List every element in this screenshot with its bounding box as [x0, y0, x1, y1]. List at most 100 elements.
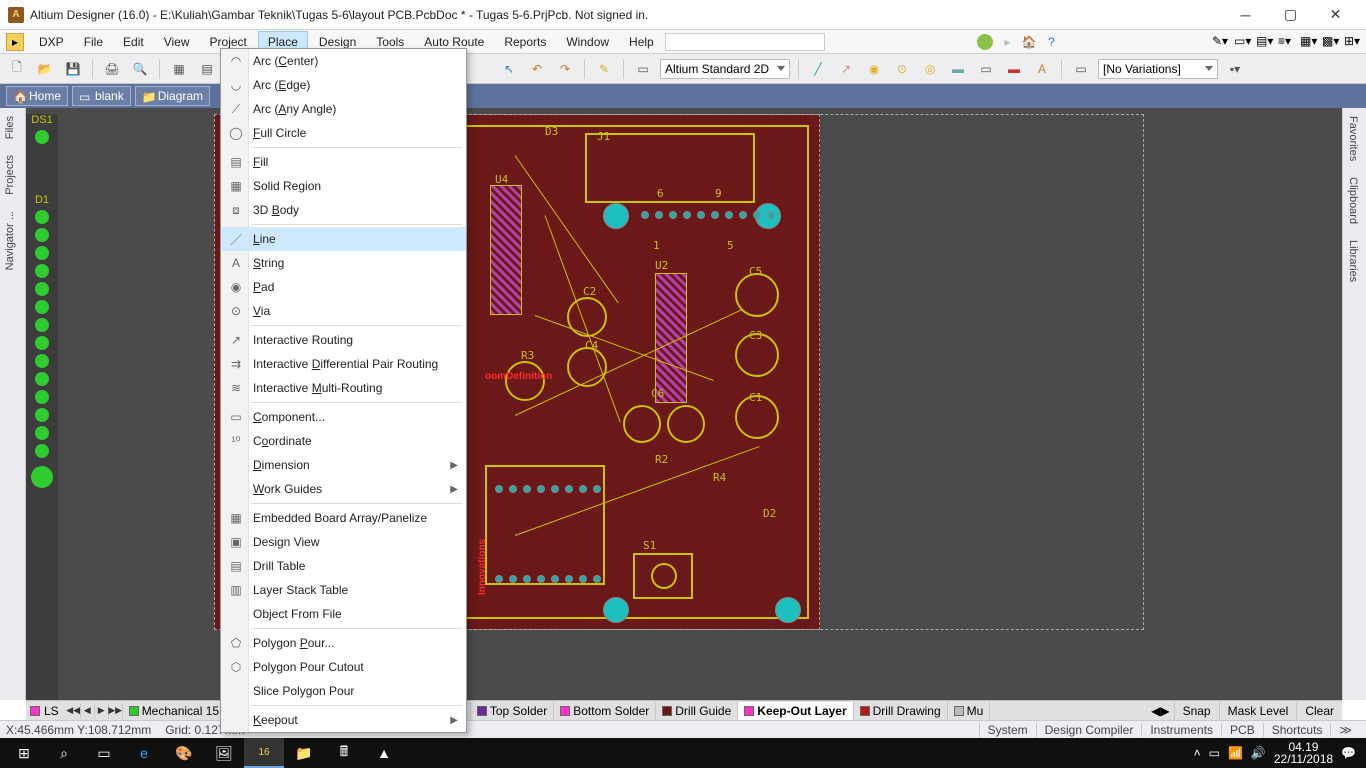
- edge-icon[interactable]: e: [124, 738, 164, 768]
- place-item-arc-center-[interactable]: ◠Arc (Center): [221, 49, 466, 73]
- place-item-layer-stack-table[interactable]: ▥Layer Stack Table: [221, 578, 466, 602]
- menu-file[interactable]: File: [75, 32, 112, 52]
- layer-arrow[interactable]: ▶: [95, 703, 109, 719]
- status-system[interactable]: System: [979, 723, 1036, 737]
- tile-icon[interactable]: ▦: [168, 58, 190, 80]
- tab-navigator[interactable]: Navigator ...: [0, 203, 20, 278]
- tab-libraries[interactable]: Libraries: [1343, 232, 1363, 290]
- palette-icon[interactable]: ▦▾: [1300, 34, 1316, 50]
- rect-icon[interactable]: ▭: [975, 58, 997, 80]
- search-icon[interactable]: ⌕: [44, 738, 84, 768]
- place-item-string[interactable]: AString: [221, 251, 466, 275]
- layer-tab-drill-guide[interactable]: Drill Guide: [656, 702, 738, 720]
- fill-icon[interactable]: ▬: [947, 58, 969, 80]
- route-icon[interactable]: ╱: [807, 58, 829, 80]
- place-item-pad[interactable]: ◉Pad: [221, 275, 466, 299]
- tray-volume-icon[interactable]: 🔊: [1251, 746, 1266, 760]
- place-item-interactive-differential-pair-routing[interactable]: ⇉Interactive Differential Pair Routing: [221, 352, 466, 376]
- help-icon[interactable]: ?: [1043, 34, 1059, 50]
- place-item-component-[interactable]: ▭Component...: [221, 405, 466, 429]
- board-outline-icon[interactable]: ▭: [632, 58, 654, 80]
- menu-reports[interactable]: Reports: [495, 32, 555, 52]
- photos-icon[interactable]: 🖼: [204, 738, 244, 768]
- tray-clock[interactable]: 04.1922/11/2018: [1274, 741, 1333, 765]
- place-item-interactive-multi-routing[interactable]: ≋Interactive Multi-Routing: [221, 376, 466, 400]
- place-item-keepout[interactable]: Keepout▶: [221, 708, 466, 732]
- layer-tab-mu[interactable]: Mu: [948, 702, 991, 720]
- print-icon[interactable]: 🖨: [101, 58, 123, 80]
- layer-tab-drill-drawing[interactable]: Drill Drawing: [854, 702, 948, 720]
- place-item-coordinate[interactable]: ¹⁰Coordinate: [221, 429, 466, 453]
- place-item-via[interactable]: ⊙Via: [221, 299, 466, 323]
- via-icon[interactable]: ⊙: [891, 58, 913, 80]
- nav-blank[interactable]: ▭blank: [72, 86, 131, 106]
- place-item-work-guides[interactable]: Work Guides▶: [221, 477, 466, 501]
- status-shortcuts[interactable]: Shortcuts: [1263, 723, 1331, 737]
- place-item-slice-polygon-pour[interactable]: Slice Polygon Pour: [221, 679, 466, 703]
- layer-scroll-icons[interactable]: ◀▶: [1147, 702, 1173, 720]
- snap-button[interactable]: Snap: [1174, 702, 1219, 720]
- layer-sw-icon[interactable]: ▪▾: [1224, 58, 1246, 80]
- place-item-interactive-routing[interactable]: ↗Interactive Routing: [221, 328, 466, 352]
- view-mode-combo[interactable]: Altium Standard 2D: [660, 59, 790, 79]
- place-item-arc-edge-[interactable]: ◡Arc (Edge): [221, 73, 466, 97]
- tray-battery-icon[interactable]: ▭: [1209, 746, 1220, 760]
- save-icon[interactable]: 💾: [62, 58, 84, 80]
- layer-tab-mechanical-15[interactable]: Mechanical 15: [123, 702, 226, 720]
- comp-icon[interactable]: ▭: [1070, 58, 1092, 80]
- string-icon[interactable]: A: [1031, 58, 1053, 80]
- menu-search-input[interactable]: [665, 33, 825, 51]
- layer-tab-keep-out-layer[interactable]: Keep-Out Layer: [738, 702, 853, 720]
- poly-icon[interactable]: ▬: [1003, 58, 1025, 80]
- nav-home[interactable]: 🏠Home: [6, 86, 68, 106]
- new-doc-icon[interactable]: 🗋: [6, 58, 28, 80]
- dxp-icon[interactable]: ▸: [6, 33, 24, 51]
- tab-files[interactable]: Files: [0, 108, 20, 147]
- status-pcb[interactable]: PCB: [1221, 723, 1263, 737]
- status-design-compiler[interactable]: Design Compiler: [1036, 723, 1142, 737]
- align-icon[interactable]: ≡▾: [1278, 34, 1294, 50]
- minimize-button[interactable]: ─: [1223, 1, 1268, 29]
- menu-dxp[interactable]: DXP: [30, 32, 73, 52]
- grid-icon[interactable]: ▩▾: [1322, 34, 1338, 50]
- close-button[interactable]: ✕: [1313, 1, 1358, 29]
- paint-icon[interactable]: 🎨: [164, 738, 204, 768]
- place-item-fill[interactable]: ▤Fill: [221, 150, 466, 174]
- pad-icon[interactable]: ◉: [863, 58, 885, 80]
- altium-icon[interactable]: 16: [244, 738, 284, 768]
- place-item-design-view[interactable]: ▣Design View: [221, 530, 466, 554]
- redo-icon[interactable]: ↷: [554, 58, 576, 80]
- tab-favorites[interactable]: Favorites: [1343, 108, 1363, 169]
- place-item-line[interactable]: ／Line: [221, 227, 466, 251]
- mask-level-button[interactable]: Mask Level: [1219, 702, 1297, 720]
- tile2-icon[interactable]: ▤: [196, 58, 218, 80]
- pencil-icon[interactable]: ✎▾: [1212, 34, 1228, 50]
- start-button[interactable]: ⊞: [4, 738, 44, 768]
- nav-back-icon[interactable]: [977, 34, 993, 50]
- place-item-solid-region[interactable]: ▦Solid Region: [221, 174, 466, 198]
- home-icon[interactable]: 🏠: [1021, 34, 1037, 50]
- tab-projects[interactable]: Projects: [0, 147, 20, 203]
- layer-tab-bottom-solder[interactable]: Bottom Solder: [554, 702, 656, 720]
- place-item-drill-table[interactable]: ▤Drill Table: [221, 554, 466, 578]
- place-item-3d-body[interactable]: ⧈3D Body: [221, 198, 466, 222]
- place-item-full-circle[interactable]: ◯Full Circle: [221, 121, 466, 145]
- menu-view[interactable]: View: [155, 32, 199, 52]
- shapes-icon[interactable]: ▭▾: [1234, 34, 1250, 50]
- preview-icon[interactable]: 🔍: [129, 58, 151, 80]
- status-instruments[interactable]: Instruments: [1141, 723, 1221, 737]
- clear-button[interactable]: Clear: [1296, 702, 1342, 720]
- variations-combo[interactable]: [No Variations]: [1098, 59, 1218, 79]
- taskview-icon[interactable]: ▭: [84, 738, 124, 768]
- via2-icon[interactable]: ◎: [919, 58, 941, 80]
- maximize-button[interactable]: ▢: [1268, 1, 1313, 29]
- menu-edit[interactable]: Edit: [114, 32, 153, 52]
- layers-icon[interactable]: ▤▾: [1256, 34, 1272, 50]
- menu-window[interactable]: Window: [557, 32, 618, 52]
- nav-diagram[interactable]: 📁Diagram: [135, 86, 210, 106]
- route2-icon[interactable]: ↗: [835, 58, 857, 80]
- cursor-icon[interactable]: ↖: [498, 58, 520, 80]
- undo-icon[interactable]: ↶: [526, 58, 548, 80]
- place-item-object-from-file[interactable]: Object From File: [221, 602, 466, 626]
- layer-arrow[interactable]: ◀◀: [67, 703, 81, 719]
